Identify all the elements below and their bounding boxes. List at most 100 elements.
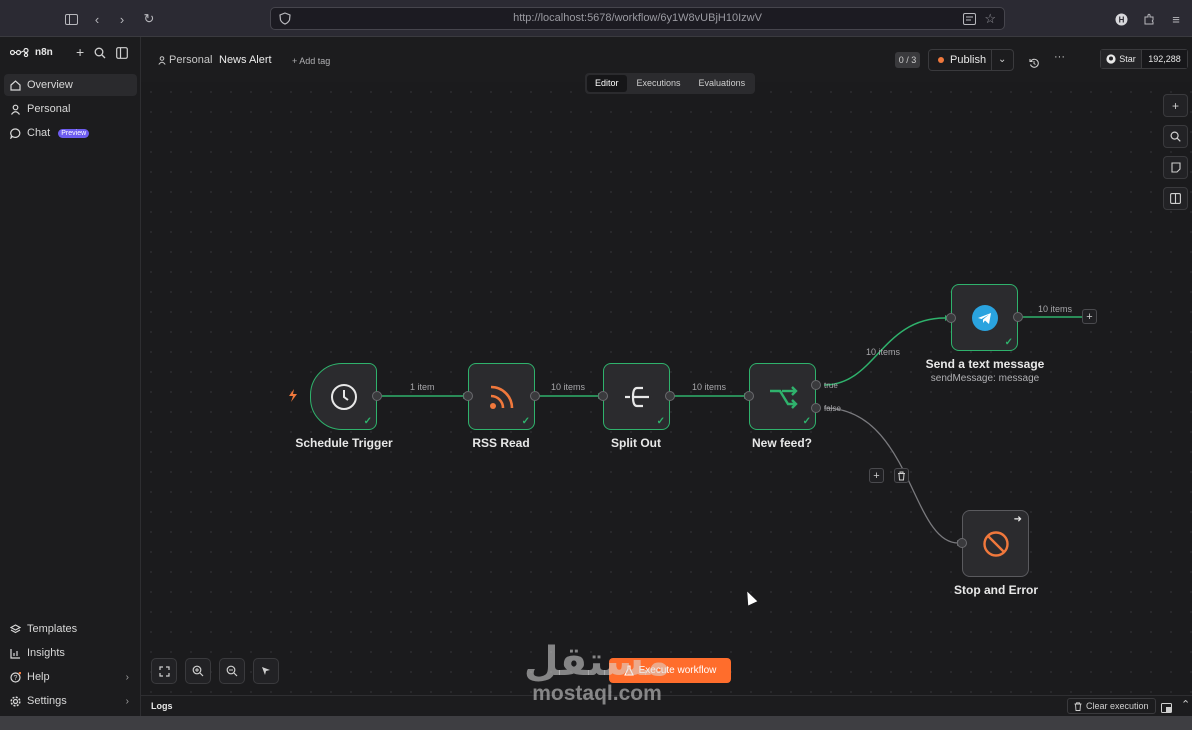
sidebar-item-chat[interactable]: Chat Preview [4,122,137,144]
bookmark-star-icon[interactable]: ☆ [984,11,996,27]
output-port-false[interactable] [811,403,821,413]
chevron-right-icon: › [125,695,129,707]
clock-icon [330,383,357,410]
profile-icon[interactable]: H [1111,9,1131,29]
n8n-logo[interactable]: n8n [10,47,53,58]
node-rss-read[interactable]: ✓ [468,363,535,430]
user-icon [158,55,166,65]
sidebar-item-templates[interactable]: Templates [4,618,137,640]
tidy-up-button[interactable] [253,658,279,684]
star-count: 192,288 [1142,50,1187,68]
node-if-new-feed[interactable]: ✓ [749,363,816,430]
github-icon [1106,54,1116,64]
rss-icon [489,385,513,409]
input-port[interactable] [946,313,956,323]
breadcrumb-project[interactable]: Personal [158,54,212,66]
address-bar[interactable]: http://localhost:5678/workflow/6y1W8vUBj… [270,7,1005,30]
success-check-icon: ✓ [656,416,665,427]
node-send-text-message[interactable]: ✓ [951,284,1018,351]
branch-label-true: true [824,381,838,390]
fit-view-icon [158,665,170,677]
search-icon[interactable] [94,46,106,64]
connection-if-false-stop[interactable] [823,407,959,544]
delete-connection-button[interactable] [894,468,909,483]
preview-badge: Preview [58,128,90,138]
output-port[interactable] [372,391,382,401]
menu-icon[interactable]: ≡ [1166,9,1186,29]
insights-chart-icon [10,648,20,659]
history-icon[interactable] [1029,55,1039,73]
workflow-name[interactable]: News Alert [219,54,272,66]
node-stop-and-error[interactable]: ➜ [962,510,1029,577]
stop-icon [982,530,1009,557]
input-port[interactable] [957,538,967,548]
collapse-sidebar-icon[interactable] [116,46,129,64]
split-icon [624,386,649,407]
output-port[interactable] [1013,312,1023,322]
input-port[interactable] [744,391,754,401]
zoom-in-button[interactable] [185,658,211,684]
input-port[interactable] [598,391,608,401]
gear-icon [10,695,21,707]
url-text: http://localhost:5678/workflow/6y1W8vUBj… [513,12,762,24]
reload-icon[interactable]: ↻ [139,9,159,29]
telegram-icon [971,304,998,331]
sidebar-item-help[interactable]: ? Help › [4,666,137,688]
zoom-out-button[interactable] [219,658,245,684]
counter-badge: 0 / 3 [895,52,920,68]
node-split-out[interactable]: ✓ [603,363,670,430]
success-check-icon: ✓ [363,416,372,427]
cursor-sparkle-icon [262,667,270,675]
input-port[interactable] [463,391,473,401]
user-icon [11,104,20,115]
watermark-arabic: مستقل [523,639,671,685]
sidebar-item-personal[interactable]: Personal [4,98,137,120]
chevron-down-icon[interactable]: ⌄ [998,54,1006,65]
add-node-after-icon[interactable]: + [1082,309,1097,324]
trigger-bolt-icon [289,389,297,402]
publish-label: Publish [950,54,987,66]
n8n-logo-icon [10,48,29,57]
success-check-icon: ✓ [1004,337,1013,348]
github-star-widget[interactable]: Star 192,288 [1100,49,1188,69]
node-subtitle: sendMessage: message [930,373,1040,384]
node-label: Send a text message [925,357,1045,371]
output-port-true[interactable] [811,380,821,390]
more-options-icon[interactable]: ··· [1054,51,1065,63]
sidebar-item-overview[interactable]: Overview [4,74,137,96]
fit-view-button[interactable] [151,658,177,684]
add-tag-link[interactable]: + Add tag [292,56,330,66]
sidebar-item-settings[interactable]: Settings › [4,690,137,712]
sidebar-item-label: Overview [27,79,73,91]
reader-view-icon[interactable] [963,12,976,30]
zoom-in-icon [192,665,204,677]
back-icon[interactable]: ‹ [87,9,107,29]
workflow-canvas[interactable]: Editor Executions Evaluations + 1 item 1… [141,73,1192,695]
github-star-button[interactable]: Star [1101,50,1142,68]
chevron-right-icon: › [125,671,129,683]
sidebar-toggle-icon[interactable] [61,9,81,29]
extensions-icon[interactable] [1139,9,1159,29]
svg-text:?: ? [14,675,18,682]
divider [991,50,992,70]
sidebar-item-label: Chat [27,127,51,139]
add-node-on-connection-icon[interactable]: + [869,468,884,483]
clear-execution-button[interactable]: Clear execution [1067,698,1156,714]
sidebar-item-insights[interactable]: Insights [4,642,137,664]
status-dot-icon [938,57,944,63]
chevron-up-icon[interactable]: ⌃ [1181,698,1190,711]
clear-execution-label: Clear execution [1086,701,1149,711]
add-icon[interactable]: + [76,45,84,64]
success-check-icon: ✓ [802,416,811,427]
output-port[interactable] [530,391,540,401]
output-port[interactable] [665,391,675,401]
node-label: RSS Read [472,436,530,450]
edge-label-schedule-rss: 1 item [410,382,435,392]
sidebar-item-label: Settings [27,695,67,707]
forward-icon[interactable]: › [112,9,132,29]
edge-label-rss-split: 10 items [551,382,586,392]
node-label: New feed? [751,436,813,450]
publish-button[interactable]: Publish ⌄ [928,49,1014,71]
edge-label-telegram-out: 10 items [1038,304,1073,314]
node-schedule-trigger[interactable]: ✓ [310,363,377,430]
